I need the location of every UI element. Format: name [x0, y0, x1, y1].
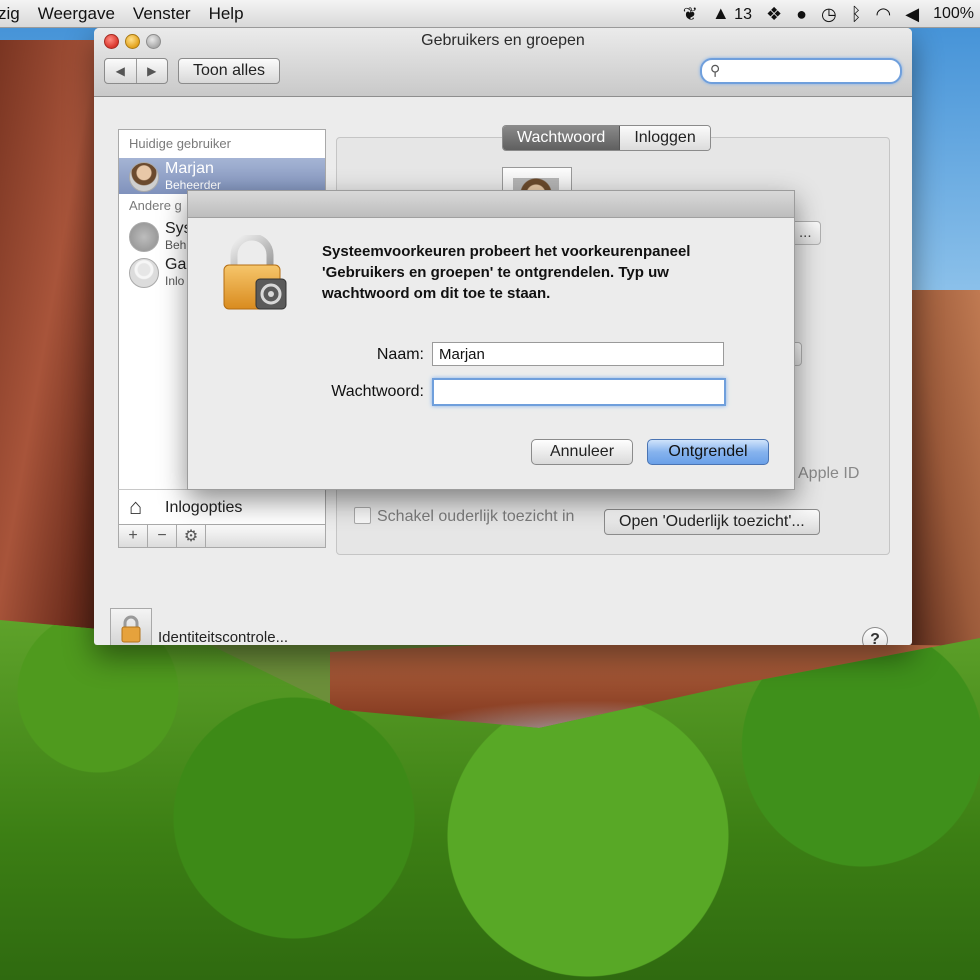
user-role: Beh — [165, 238, 187, 252]
volume-icon[interactable]: ◀ — [905, 5, 919, 23]
wifi-icon[interactable]: ◠ — [876, 5, 892, 23]
house-icon: ⌂ — [129, 494, 143, 519]
parental-control-label: Schakel ouderlijk toezicht in — [377, 508, 575, 525]
auth-message: Systeemvoorkeuren probeert het voorkeure… — [322, 243, 691, 302]
user-name: Marjan — [165, 160, 214, 177]
menu-item-help[interactable]: Help — [209, 4, 244, 24]
open-parental-controls-button[interactable]: Open 'Ouderlijk toezicht'... — [604, 509, 820, 535]
menu-bar: zig Weergave Venster Help ❦ ▲ 13 ❖ ● ◷ ᛒ… — [0, 0, 980, 28]
user-row-current[interactable]: Marjan Beheerder — [119, 158, 325, 194]
gear-icon: ⚙ — [183, 528, 199, 545]
battery-status[interactable]: 100% — [933, 5, 974, 23]
back-forward-control: ◀ ▶ — [104, 58, 168, 84]
unlock-button[interactable]: Ontgrendel — [647, 439, 769, 465]
user-list-toolbar: + − ⚙ — [118, 524, 326, 548]
window-title: Gebruikers en groepen — [421, 32, 585, 49]
lock-button[interactable] — [110, 608, 152, 645]
action-gear-button[interactable]: ⚙ — [177, 525, 206, 547]
padlock-icon — [223, 235, 287, 310]
cancel-button[interactable]: Annuleer — [531, 439, 633, 465]
dropbox-icon[interactable]: ❖ — [766, 5, 782, 23]
sheet-top-edge — [188, 191, 794, 218]
parental-control-row[interactable]: Schakel ouderlijk toezicht in — [354, 507, 574, 526]
apple-id-label: Apple ID — [798, 465, 860, 482]
forward-arrow-icon: ▶ — [147, 64, 157, 78]
lock-label: Identiteitscontrole... — [158, 629, 289, 645]
menu-item-venster[interactable]: Venster — [133, 4, 191, 24]
login-options-item[interactable]: ⌂ Inlogopties — [118, 489, 326, 525]
title-bar: Gebruikers en groepen ◀ ▶ Toon alles ⚲ — [94, 28, 912, 97]
help-button[interactable]: ? — [862, 627, 888, 645]
tab-login[interactable]: Inloggen — [620, 126, 710, 150]
adobe-updates[interactable]: ▲ 13 — [712, 4, 752, 24]
guest-user-icon — [129, 258, 159, 288]
system-user-icon — [129, 222, 159, 252]
add-user-button[interactable]: + — [119, 525, 148, 547]
settings-tabs: Wachtwoord Inloggen — [502, 125, 711, 151]
name-field[interactable]: Marjan — [432, 342, 724, 366]
canyon-cliff-right — [910, 290, 980, 670]
search-icon: ⚲ — [710, 62, 721, 78]
user-avatar-icon — [129, 162, 159, 192]
name-label: Naam: — [376, 346, 424, 363]
evernote-icon[interactable]: ❦ — [683, 5, 698, 23]
hat-icon[interactable]: ● — [796, 5, 807, 23]
show-all-button[interactable]: Toon alles — [178, 58, 281, 84]
authentication-dialog: Systeemvoorkeuren probeert het voorkeure… — [187, 190, 795, 490]
status-area: ❦ ▲ 13 ❖ ● ◷ ᛒ ◠ ◀ 100% — [683, 0, 974, 27]
user-role: Inlo — [165, 274, 185, 288]
login-options-label: Inlogopties — [165, 499, 243, 516]
parental-control-checkbox[interactable] — [354, 507, 371, 524]
back-button[interactable]: ◀ — [105, 59, 137, 83]
time-machine-icon[interactable]: ◷ — [821, 5, 837, 23]
password-field[interactable] — [432, 378, 726, 406]
menu-item-weergave[interactable]: Weergave — [38, 4, 115, 24]
search-input[interactable]: ⚲ — [700, 58, 902, 84]
password-label: Wachtwoord: — [331, 383, 424, 400]
tab-password[interactable]: Wachtwoord — [503, 126, 621, 150]
canyon-cliff-left — [0, 40, 105, 680]
back-arrow-icon: ◀ — [115, 64, 125, 78]
menu-item-view-partial[interactable]: zig — [0, 4, 20, 24]
current-user-header: Huidige gebruiker — [129, 136, 231, 151]
lock-icon — [121, 615, 141, 643]
forward-button[interactable]: ▶ — [137, 59, 168, 83]
adobe-count: 13 — [734, 5, 752, 23]
bluetooth-icon[interactable]: ᛒ — [851, 5, 862, 23]
user-name: Ga — [165, 256, 187, 273]
remove-user-button[interactable]: − — [148, 525, 177, 547]
adobe-icon: ▲ — [711, 2, 730, 23]
